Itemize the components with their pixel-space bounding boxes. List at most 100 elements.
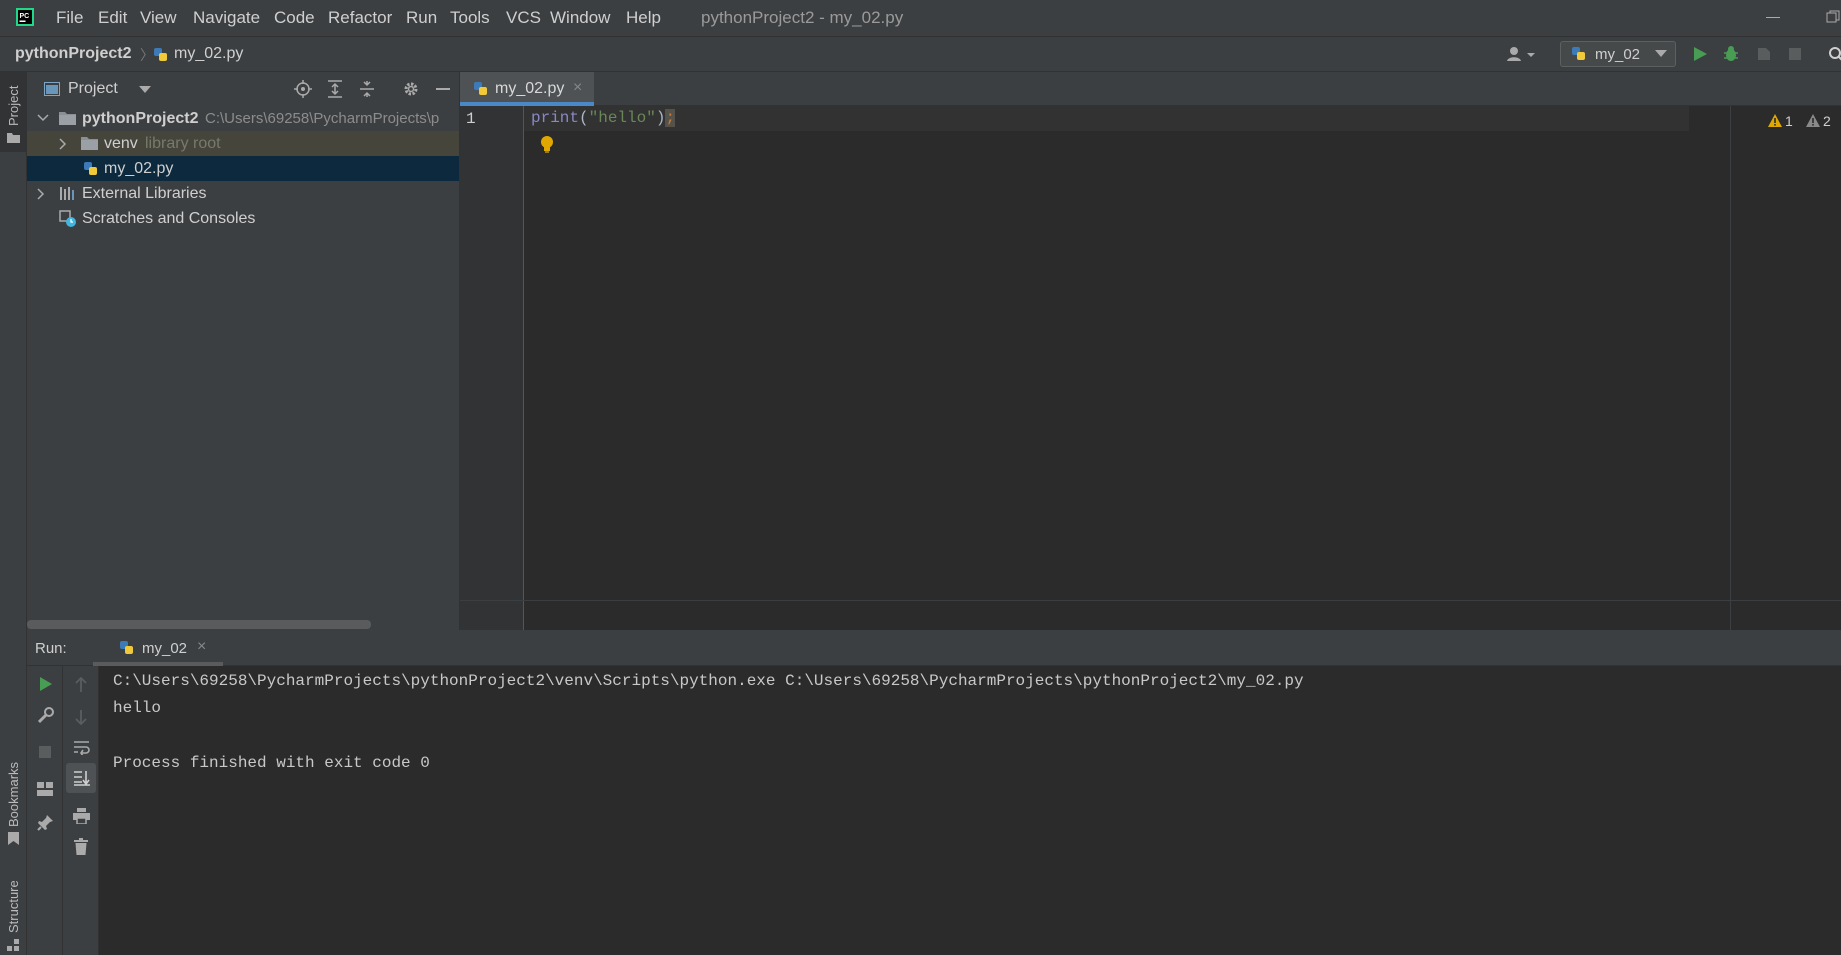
run-config-selector[interactable]: my_02 bbox=[1560, 41, 1676, 67]
breadcrumb-file[interactable]: my_02.py bbox=[174, 45, 243, 63]
menu-run[interactable]: Run bbox=[406, 8, 437, 28]
svg-text:PC: PC bbox=[20, 13, 30, 20]
menu-vcs[interactable]: VCS bbox=[506, 8, 541, 28]
tree-scratches: Scratches and Consoles bbox=[82, 210, 256, 227]
trash-icon[interactable] bbox=[74, 838, 88, 855]
menu-window[interactable]: Window bbox=[550, 8, 610, 28]
tree-row-file[interactable]: my_02.py bbox=[27, 156, 459, 181]
stop-icon[interactable] bbox=[1789, 48, 1801, 60]
run-tab-label: my_02 bbox=[142, 640, 188, 657]
hide-panel-icon[interactable] bbox=[436, 88, 450, 90]
code-paren-open: ( bbox=[579, 109, 589, 127]
run-tab-my02[interactable]: my_02 × bbox=[93, 630, 223, 666]
console-output[interactable] bbox=[99, 666, 1841, 955]
editor-area: my_02.py × 1 print("hello"); 1 2 bbox=[460, 72, 1841, 630]
scroll-to-end-icon bbox=[73, 770, 90, 786]
tree-row-scratches[interactable]: Scratches and Consoles bbox=[27, 206, 459, 231]
project-tool-label[interactable]: Project bbox=[6, 86, 21, 126]
library-icon bbox=[59, 186, 76, 201]
right-margin-guide bbox=[1730, 106, 1731, 630]
editor-tab-my02[interactable]: my_02.py × bbox=[460, 72, 594, 106]
menu-edit[interactable]: Edit bbox=[98, 8, 127, 28]
minimize-icon[interactable] bbox=[1766, 17, 1780, 18]
scroll-to-end-button[interactable] bbox=[66, 763, 96, 793]
menu-code[interactable]: Code bbox=[274, 8, 315, 28]
expand-all-icon[interactable] bbox=[327, 80, 343, 98]
search-icon[interactable] bbox=[1828, 46, 1841, 62]
scratches-icon bbox=[59, 210, 77, 228]
window-title: pythonProject2 - my_02.py bbox=[701, 8, 904, 27]
tree-row-venv[interactable]: venv library root bbox=[27, 131, 459, 156]
soft-wrap-icon[interactable] bbox=[73, 740, 90, 755]
debug-icon[interactable] bbox=[1722, 45, 1740, 63]
lightbulb-icon[interactable] bbox=[540, 135, 554, 153]
run-icon[interactable] bbox=[1692, 46, 1708, 62]
chevron-right-icon[interactable] bbox=[59, 138, 67, 150]
pin-icon[interactable] bbox=[37, 814, 54, 831]
collapse-all-icon[interactable] bbox=[359, 80, 375, 98]
tree-venv-hint: library root bbox=[145, 135, 221, 152]
run-panel-header: Run: my_02 × bbox=[27, 630, 1841, 666]
code-string: "hello" bbox=[588, 109, 656, 127]
pycharm-logo-icon: PC bbox=[16, 8, 34, 26]
structure-tool-label[interactable]: Structure bbox=[6, 880, 21, 933]
rerun-icon[interactable] bbox=[39, 677, 53, 691]
breadcrumb-separator-icon: 〉 bbox=[140, 47, 154, 63]
weak-warning-count[interactable]: 2 bbox=[1823, 113, 1831, 129]
bookmark-icon bbox=[8, 832, 19, 845]
project-panel-title[interactable]: Project bbox=[68, 80, 118, 98]
menu-navigate[interactable]: Navigate bbox=[193, 8, 260, 28]
navigation-bar: pythonProject2 〉 my_02.py my_02 bbox=[0, 36, 1841, 72]
code-line-1[interactable]: print("hello"); bbox=[531, 109, 676, 127]
project-panel-header: Project bbox=[27, 72, 459, 106]
stop-icon[interactable] bbox=[39, 746, 51, 758]
tree-venv-name: venv bbox=[104, 135, 138, 152]
python-file-icon bbox=[153, 47, 169, 63]
tree-file-name: my_02.py bbox=[104, 160, 174, 177]
run-panel-label: Run: bbox=[35, 640, 67, 657]
bookmarks-tool-label[interactable]: Bookmarks bbox=[6, 762, 21, 827]
coverage-icon[interactable] bbox=[1756, 46, 1774, 62]
python-file-icon bbox=[83, 161, 99, 177]
chevron-down-icon[interactable] bbox=[37, 114, 49, 122]
menu-help[interactable]: Help bbox=[626, 8, 661, 28]
tree-row-external-libraries[interactable]: External Libraries bbox=[27, 181, 459, 206]
wrench-icon[interactable] bbox=[37, 707, 54, 724]
gear-icon[interactable] bbox=[402, 80, 420, 98]
locate-file-icon[interactable] bbox=[294, 80, 312, 98]
warning-icon[interactable] bbox=[1768, 114, 1782, 127]
chevron-down-icon[interactable] bbox=[139, 86, 151, 94]
folder-icon bbox=[81, 136, 98, 150]
menu-view[interactable]: View bbox=[140, 8, 177, 28]
tree-root-name: pythonProject2 bbox=[82, 110, 199, 127]
close-icon[interactable]: × bbox=[197, 638, 206, 656]
print-icon[interactable] bbox=[73, 808, 90, 824]
restore-icon[interactable] bbox=[1826, 10, 1840, 24]
breadcrumb-project[interactable]: pythonProject2 bbox=[15, 45, 131, 63]
user-account-icon[interactable] bbox=[1506, 45, 1538, 63]
run-toolbar-primary bbox=[27, 666, 63, 955]
structure-icon bbox=[7, 939, 20, 952]
python-file-icon bbox=[473, 81, 489, 97]
menu-tools[interactable]: Tools bbox=[450, 8, 490, 28]
horizontal-scrollbar[interactable] bbox=[27, 620, 371, 629]
line-number: 1 bbox=[466, 110, 476, 128]
layout-icon[interactable] bbox=[37, 782, 54, 796]
chevron-right-icon[interactable] bbox=[37, 188, 45, 200]
menu-file[interactable]: File bbox=[56, 8, 83, 28]
left-tool-strip: Project Bookmarks Structure bbox=[0, 72, 27, 955]
console-command: C:\Users\69258\PycharmProjects\pythonPro… bbox=[113, 672, 1304, 690]
folder-icon bbox=[7, 132, 20, 143]
menu-refactor[interactable]: Refactor bbox=[328, 8, 392, 28]
arrow-up-icon[interactable] bbox=[74, 677, 88, 693]
close-icon[interactable]: × bbox=[573, 79, 582, 97]
arrow-down-icon[interactable] bbox=[74, 709, 88, 725]
tree-row-root[interactable]: pythonProject2 C:\Users\69258\PycharmPro… bbox=[27, 106, 459, 131]
editor-tab-bar: my_02.py × bbox=[460, 72, 1841, 106]
editor-tab-label: my_02.py bbox=[495, 80, 565, 97]
editor-bottom-border bbox=[460, 600, 1841, 601]
weak-warning-icon[interactable] bbox=[1806, 114, 1820, 127]
python-run-icon bbox=[119, 640, 135, 656]
warning-count[interactable]: 1 bbox=[1785, 113, 1793, 129]
title-bar: PC File Edit View Navigate Code Refactor… bbox=[0, 0, 1841, 36]
